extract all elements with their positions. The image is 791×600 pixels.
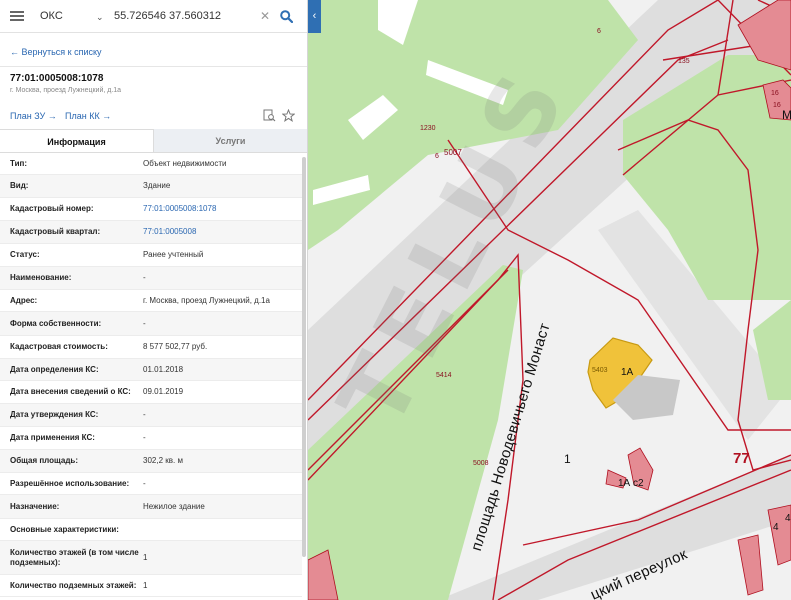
info-value: - — [143, 273, 146, 282]
parcel-label-6b: 6 — [435, 153, 439, 160]
info-row: Дата утверждения КС: - — [0, 404, 302, 427]
info-key: Дата утверждения КС: — [10, 410, 99, 419]
info-row: Форма собственности: - — [0, 312, 302, 336]
info-value: 09.01.2019 — [143, 387, 184, 396]
info-row: Разрешённое использование: - — [0, 473, 302, 495]
info-key: Вид: — [10, 181, 29, 190]
info-row: Дата определения КС: 01.01.2018 — [0, 359, 302, 381]
info-value: 8 577 502,77 руб. — [143, 342, 208, 351]
info-value: Ранее учтенный — [143, 250, 204, 259]
parcel-label-5007: 5007 — [444, 148, 462, 157]
info-row: Статус: Ранее учтенный — [0, 244, 302, 267]
info-value: - — [143, 318, 146, 328]
map-label-4: 4 — [773, 522, 779, 533]
parcel-label-16a: 16 — [771, 90, 779, 97]
info-key: Дата применения КС: — [10, 433, 95, 442]
info-row: Количество этажей (в том числе подземных… — [0, 541, 302, 575]
info-value: 1 — [143, 580, 148, 590]
search-bar: ОКС ⌄ ✕ — [0, 0, 307, 33]
map-view[interactable]: TELUS 6 135 1230 6 5007 5414 5008 5403 1… — [308, 0, 791, 600]
scrollbar[interactable] — [302, 157, 306, 557]
parcel-label-16b: 16 — [773, 102, 781, 109]
menu-icon[interactable] — [10, 11, 24, 21]
info-value: Нежилое здание — [143, 501, 205, 511]
search-icon[interactable] — [280, 9, 294, 23]
info-row: Кадастровый квартал: 77:01:0005008 — [0, 221, 302, 244]
info-key: Общая площадь: — [10, 456, 79, 465]
info-key: Кадастровый номер: — [10, 204, 94, 213]
info-key: Количество подземных этажей: — [10, 580, 137, 590]
info-key: Разрешённое использование: — [10, 478, 130, 488]
info-key: Дата внесения сведений о КС: — [10, 387, 131, 396]
info-value-link[interactable]: 77:01:0005008:1078 — [143, 204, 302, 214]
search-input[interactable] — [114, 10, 254, 22]
info-key: Кадастровый квартал: — [10, 227, 101, 236]
info-row: Дата внесения сведений о КС: 09.01.2019 — [0, 381, 302, 404]
parcel-label-5008: 5008 — [473, 460, 489, 467]
district-label-77: 77 — [733, 450, 750, 467]
info-row: Количество подземных этажей: 1 — [0, 575, 302, 597]
info-key: Форма собственности: — [10, 318, 102, 328]
map-label-4b: 4 — [785, 513, 791, 524]
plan-zu-link[interactable]: План ЗУ → — [10, 111, 57, 121]
layer-select[interactable]: ОКС — [40, 10, 96, 22]
info-key: Тип: — [10, 158, 27, 168]
chevron-down-icon[interactable]: ⌄ — [96, 12, 104, 22]
info-row: Кадастровая стоимость: 8 577 502,77 руб. — [0, 336, 302, 359]
info-value: Здание — [143, 181, 171, 190]
info-row: Кадастровый номер: 77:01:0005008:1078 — [0, 198, 302, 221]
info-row: Основные характеристики: — [0, 519, 302, 541]
info-key: Адрес: — [10, 295, 38, 305]
info-row: Общая площадь: 302,2 кв. м — [0, 450, 302, 473]
parcel-label-5414: 5414 — [436, 372, 452, 379]
building-label-5403: 5403 — [592, 367, 608, 374]
search-document-icon[interactable] — [263, 109, 276, 124]
info-key: Статус: — [10, 250, 40, 259]
info-key: Основные характеристики: — [10, 524, 119, 534]
info-key: Назначение: — [10, 501, 60, 511]
info-value: г. Москва, проезд Лужнецкий, д.1а — [143, 295, 270, 305]
info-row: Тип: Объект недвижимости — [0, 153, 302, 175]
info-row: Назначение: Нежилое здание — [0, 495, 302, 519]
info-key: Кадастровая стоимость: — [10, 342, 108, 351]
parcel-label-1: 1 — [564, 452, 571, 466]
building-label-1a-c2: 1А с2 — [618, 478, 644, 489]
info-key: Дата определения КС: — [10, 364, 99, 374]
info-row: Адрес: г. Москва, проезд Лужнецкий, д.1а — [0, 290, 302, 312]
plan-kk-link[interactable]: План КК → — [65, 111, 111, 121]
plan-links-row: План ЗУ → План КК → — [0, 108, 307, 127]
back-to-list-link[interactable]: ← Вернуться к списку — [10, 47, 307, 57]
info-key: Наименование: — [10, 273, 72, 282]
info-row: Наименование: - — [0, 267, 302, 290]
tab-services[interactable]: Услуги — [154, 129, 307, 152]
info-value: - — [143, 410, 146, 419]
parcel-label-1230: 1230 — [420, 125, 436, 132]
info-row: Вид: Здание — [0, 175, 302, 198]
info-value: Объект недвижимости — [143, 158, 227, 168]
cadastral-number-title: 77:01:0005008:1078 — [10, 73, 104, 84]
info-value: - — [143, 478, 146, 488]
info-value: 01.01.2018 — [143, 364, 184, 374]
object-address-subtitle: г. Москва, проезд Лужнецкий, д.1а — [10, 87, 122, 94]
map-label-m: М — [782, 108, 791, 122]
info-row: Дата применения КС: - — [0, 427, 302, 450]
star-icon[interactable] — [281, 108, 296, 124]
info-value: 302,2 кв. м — [143, 456, 183, 465]
parcel-label-135: 135 — [678, 58, 690, 65]
info-value-link[interactable]: 77:01:0005008 — [143, 227, 302, 237]
info-value: - — [143, 433, 146, 442]
tab-information[interactable]: Информация — [0, 129, 154, 152]
parcel-label-6: 6 — [597, 28, 601, 35]
clear-icon[interactable]: ✕ — [260, 9, 270, 23]
info-table: Тип: Объект недвижимости Вид: Здание Кадастр… — [0, 153, 302, 597]
building-label-1a: 1А — [621, 367, 634, 378]
tabs-bar: Информация Услуги — [0, 129, 307, 153]
info-value: 1 — [143, 552, 148, 562]
collapse-panel-button[interactable]: ‹ — [308, 0, 321, 33]
info-sidebar: ОКС ⌄ ✕ ← Вернуться к списку 77:01:00050… — [0, 0, 308, 600]
info-key: Количество этажей (в том числе подземных… — [10, 547, 139, 567]
divider — [0, 66, 307, 67]
